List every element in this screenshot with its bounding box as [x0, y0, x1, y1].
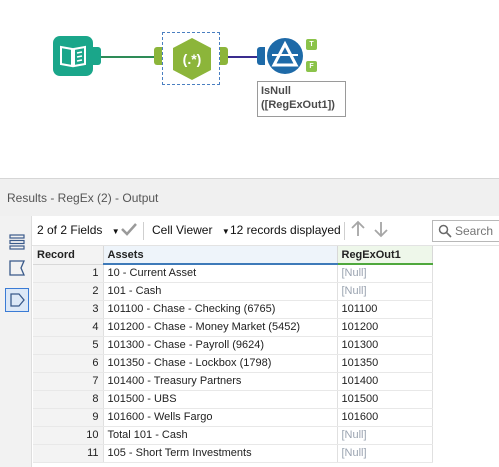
cell-viewer-label: Cell Viewer — [152, 223, 213, 237]
assets-cell[interactable]: 101300 - Chase - Payroll (9624) — [103, 336, 338, 355]
apply-checkmark-button[interactable] — [120, 221, 138, 240]
fields-dropdown[interactable]: 2 of 2 Fields ▼ — [37, 223, 120, 237]
record-cell[interactable]: 2 — [33, 282, 104, 301]
results-side-strip — [0, 216, 32, 467]
record-cell[interactable]: 8 — [33, 390, 104, 409]
record-cell[interactable]: 11 — [33, 444, 104, 463]
input-output-anchor[interactable] — [93, 47, 101, 65]
true-anchor[interactable]: T — [306, 39, 317, 50]
regexout1-cell[interactable]: 101350 — [337, 354, 433, 373]
assets-cell[interactable]: 101600 - Wells Fargo — [103, 408, 338, 427]
column-header-record[interactable]: Record — [33, 246, 104, 265]
assets-cell[interactable]: Total 101 - Cash — [103, 426, 338, 445]
regexout1-cell[interactable]: [Null] — [337, 444, 433, 463]
toolbar-divider — [344, 222, 345, 240]
results-header: Results - RegEx (2) - Output — [0, 178, 499, 216]
message-icon — [9, 260, 25, 276]
table-row[interactable]: 5 101300 - Chase - Payroll (9624) 101300 — [33, 336, 433, 355]
results-toolbar: 2 of 2 Fields ▼ Cell Viewer ▼ 12 records… — [32, 216, 499, 246]
table-row[interactable]: 10 Total 101 - Cash [Null] — [33, 426, 433, 445]
regexout1-cell[interactable]: 101400 — [337, 372, 433, 391]
list-view-icon — [9, 234, 25, 250]
checkmark-icon — [121, 223, 137, 236]
assets-cell[interactable]: 101 - Cash — [103, 282, 338, 301]
table-row[interactable]: 1 10 - Current Asset [Null] — [33, 264, 433, 283]
tag-icon — [10, 293, 25, 307]
list-view-button[interactable] — [5, 230, 29, 254]
book-icon — [60, 45, 86, 68]
filter-input-anchor[interactable] — [257, 47, 265, 65]
filter-tool[interactable] — [265, 36, 305, 76]
regex-icon: (.*) — [173, 38, 211, 80]
record-cell[interactable]: 7 — [33, 372, 104, 391]
table-row[interactable]: 8 101500 - UBS 101500 — [33, 390, 433, 409]
record-cell[interactable]: 5 — [33, 336, 104, 355]
records-count: 12 records displayed — [230, 223, 341, 237]
column-header-regexout1[interactable]: RegExOut1 — [337, 246, 433, 265]
toolbar-divider — [143, 222, 144, 240]
assets-cell[interactable]: 101400 - Treasury Partners — [103, 372, 338, 391]
connector-input-regex — [100, 56, 162, 58]
regexout1-cell[interactable]: 101500 — [337, 390, 433, 409]
regexout1-cell[interactable]: [Null] — [337, 426, 433, 445]
search-box[interactable] — [432, 220, 499, 242]
scroll-down-button[interactable] — [373, 220, 389, 241]
table-row[interactable]: 9 101600 - Wells Fargo 101600 — [33, 408, 433, 427]
metadata-button[interactable] — [5, 288, 29, 312]
table-row[interactable]: 4 101200 - Chase - Money Market (5452) 101… — [33, 318, 433, 337]
table-row[interactable]: 3 101100 - Chase - Checking (6765) 101100 — [33, 300, 433, 319]
record-cell[interactable]: 10 — [33, 426, 104, 445]
table-row[interactable]: 6 101350 - Chase - Lockbox (1798) 101350 — [33, 354, 433, 373]
results-title: Results - RegEx (2) - Output — [7, 191, 159, 205]
false-anchor[interactable]: F — [306, 61, 317, 72]
record-cell[interactable]: 6 — [33, 354, 104, 373]
regex-output-anchor[interactable] — [220, 47, 228, 65]
regexout1-cell[interactable]: 101100 — [337, 300, 433, 319]
table-row[interactable]: 11 105 - Short Term Investments [Null] — [33, 444, 433, 463]
filter-icon — [267, 38, 303, 74]
assets-cell[interactable]: 101100 - Chase - Checking (6765) — [103, 300, 338, 319]
results-grid[interactable]: Record Assets RegExOut1 1 10 - Current As… — [33, 246, 499, 467]
regexout1-cell[interactable]: [Null] — [337, 264, 433, 283]
assets-cell[interactable]: 101350 - Chase - Lockbox (1798) — [103, 354, 338, 373]
record-cell[interactable]: 4 — [33, 318, 104, 337]
cell-viewer-dropdown[interactable]: Cell Viewer ▼ — [152, 223, 230, 237]
record-cell[interactable]: 9 — [33, 408, 104, 427]
arrow-down-icon — [374, 222, 388, 238]
assets-cell[interactable]: 105 - Short Term Investments — [103, 444, 338, 463]
regexout1-cell[interactable]: 101300 — [337, 336, 433, 355]
messages-button[interactable] — [5, 256, 29, 280]
annotation-line2: ([RegExOut1]) — [261, 99, 335, 111]
scroll-up-button[interactable] — [350, 220, 366, 241]
arrow-up-icon — [351, 220, 365, 236]
workflow-canvas[interactable]: (.*) T F IsNull ([RegExOut1]) — [0, 0, 499, 176]
regexout1-cell[interactable]: 101200 — [337, 318, 433, 337]
regex-input-anchor[interactable] — [154, 47, 162, 65]
filter-annotation: IsNull ([RegExOut1]) — [257, 81, 346, 117]
regex-symbol: (.*) — [183, 51, 202, 67]
search-icon — [438, 224, 452, 238]
assets-cell[interactable]: 101200 - Chase - Money Market (5452) — [103, 318, 338, 337]
record-cell[interactable]: 3 — [33, 300, 104, 319]
regexout1-cell[interactable]: 101600 — [337, 408, 433, 427]
record-cell[interactable]: 1 — [33, 264, 104, 283]
annotation-line1: IsNull — [261, 85, 291, 97]
assets-cell[interactable]: 10 - Current Asset — [103, 264, 338, 283]
chevron-down-icon: ▼ — [111, 227, 120, 236]
column-header-assets[interactable]: Assets — [103, 246, 338, 265]
regex-tool[interactable]: (.*) — [162, 32, 220, 85]
chevron-down-icon: ▼ — [221, 227, 230, 236]
search-input[interactable] — [455, 223, 499, 239]
table-row[interactable]: 2 101 - Cash [Null] — [33, 282, 433, 301]
fields-label: 2 of 2 Fields — [37, 223, 103, 237]
input-data-tool[interactable] — [53, 36, 93, 76]
assets-cell[interactable]: 101500 - UBS — [103, 390, 338, 409]
regexout1-cell[interactable]: [Null] — [337, 282, 433, 301]
table-row[interactable]: 7 101400 - Treasury Partners 101400 — [33, 372, 433, 391]
